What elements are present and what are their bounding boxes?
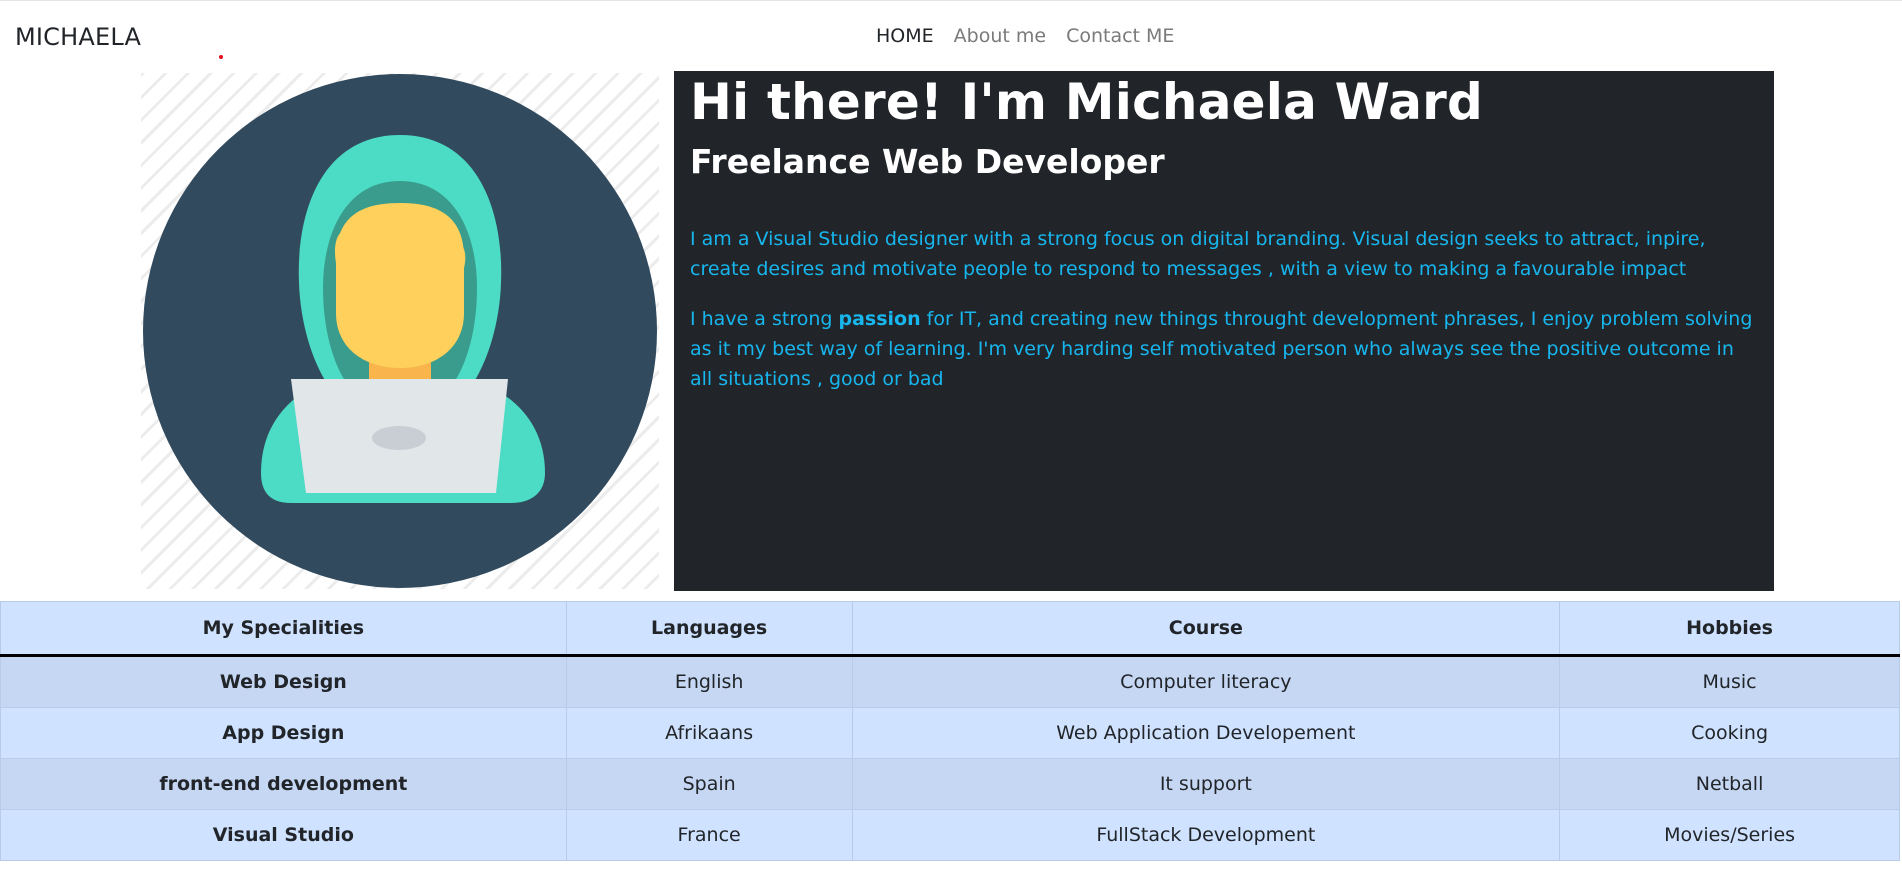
cell-language: English bbox=[565, 655, 853, 708]
table-row: front-end development Spain It support N… bbox=[0, 758, 1900, 810]
passion-emphasis: passion bbox=[838, 308, 921, 330]
cell-course: It support bbox=[851, 758, 1561, 810]
cell-hobby: Netball bbox=[1559, 758, 1900, 810]
table-row: Web Design English Computer literacy Mus… bbox=[0, 655, 1900, 708]
navbar: MICHAELA HOME About me Contact ME bbox=[0, 0, 1902, 72]
cell-hobby: Movies/Series bbox=[1559, 809, 1900, 861]
cell-language: Spain bbox=[565, 758, 853, 810]
nav-links: HOME About me Contact ME bbox=[866, 25, 1184, 47]
red-dot bbox=[219, 55, 223, 59]
nav-link-home[interactable]: HOME bbox=[866, 25, 944, 47]
cell-hobby: Music bbox=[1559, 655, 1900, 708]
cell-course: Web Application Developement bbox=[851, 707, 1561, 759]
cell-language: Afrikaans bbox=[565, 707, 853, 759]
intro-subheading: Freelance Web Developer bbox=[690, 142, 1165, 181]
cell-course: FullStack Development bbox=[851, 809, 1561, 861]
hooded-developer-icon bbox=[143, 74, 657, 588]
intro-paragraph-2: I have a strong passion for IT, and crea… bbox=[690, 304, 1755, 394]
header-specialities: My Specialities bbox=[0, 601, 567, 657]
cell-language: France bbox=[565, 809, 853, 861]
laptop-logo bbox=[372, 426, 426, 450]
table-row: App Design Afrikaans Web Application Dev… bbox=[0, 707, 1900, 759]
cell-speciality: Visual Studio bbox=[0, 809, 567, 861]
nav-link-about-me[interactable]: About me bbox=[944, 25, 1056, 47]
nav-link-contact-me[interactable]: Contact ME bbox=[1056, 25, 1184, 47]
cell-course: Computer literacy bbox=[851, 655, 1561, 708]
info-table: My Specialities Languages Course Hobbies… bbox=[0, 601, 1900, 861]
intro-paragraph-1: I am a Visual Studio designer with a str… bbox=[690, 228, 1706, 280]
brand-link[interactable]: MICHAELA bbox=[15, 23, 141, 51]
page: MICHAELA HOME About me Contact ME Hi the… bbox=[0, 0, 1902, 875]
avatar-image bbox=[141, 73, 659, 589]
header-languages: Languages bbox=[565, 601, 853, 657]
table-row: Visual Studio France FullStack Developme… bbox=[0, 809, 1900, 861]
paragraph-2-start: I have a strong bbox=[690, 308, 839, 330]
header-hobbies: Hobbies bbox=[1559, 601, 1900, 657]
header-course: Course bbox=[851, 601, 1561, 657]
cell-speciality: front-end development bbox=[0, 758, 567, 810]
cell-hobby: Cooking bbox=[1559, 707, 1900, 759]
cell-speciality: App Design bbox=[0, 707, 567, 759]
intro-heading: Hi there! I'm Michaela Ward bbox=[690, 73, 1484, 131]
table-header-row: My Specialities Languages Course Hobbies bbox=[0, 601, 1900, 657]
cell-speciality: Web Design bbox=[0, 655, 567, 708]
intro-panel: Hi there! I'm Michaela Ward Freelance We… bbox=[674, 71, 1774, 591]
